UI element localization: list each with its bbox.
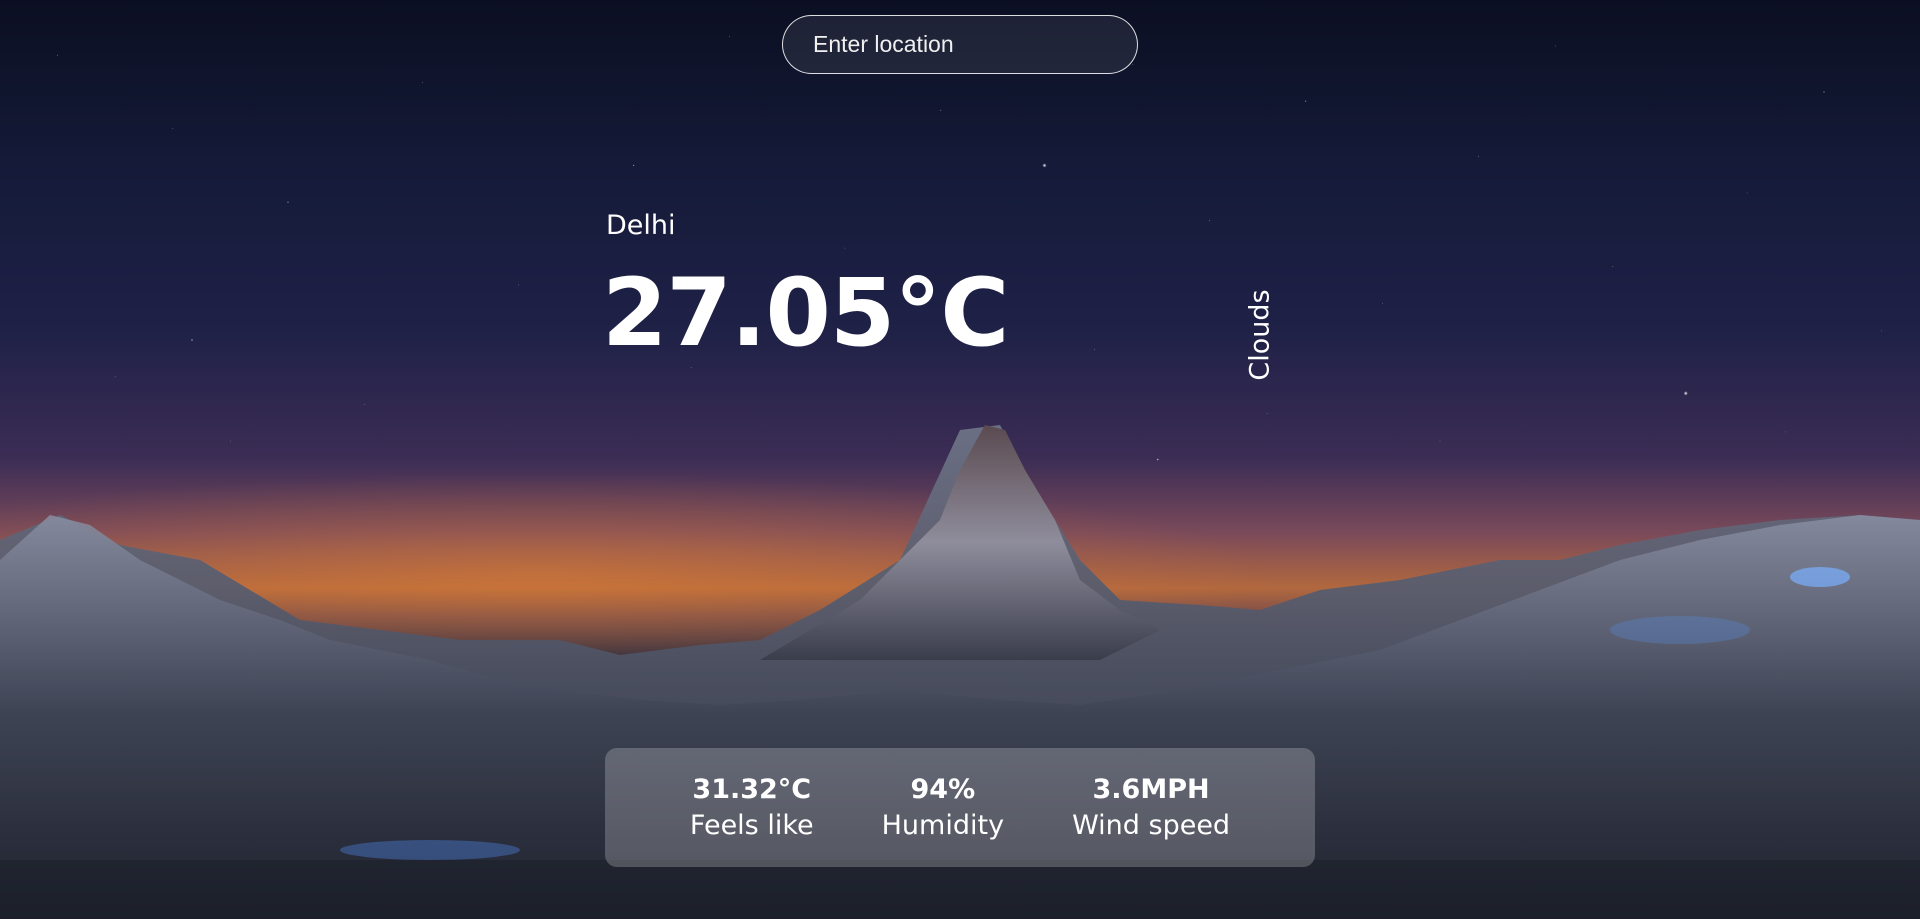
- location-search[interactable]: [782, 15, 1138, 74]
- horizon-glow: [0, 430, 1920, 670]
- humidity-value: 94%: [910, 774, 976, 806]
- location-name: Delhi: [606, 210, 676, 241]
- weather-condition: Clouds: [1244, 289, 1276, 381]
- weather-stats-panel: 31.32°C Feels like 94% Humidity 3.6MPH W…: [605, 748, 1315, 867]
- weather-app: Delhi 27.05°C Clouds 31.32°C Feels like …: [0, 0, 1920, 919]
- feels-like-stat: 31.32°C Feels like: [690, 772, 814, 842]
- feels-like-value: 31.32°C: [692, 774, 812, 806]
- current-temperature: 27.05°C: [602, 259, 1009, 368]
- location-search-input[interactable]: [783, 16, 1137, 73]
- wind-speed-label: Wind speed: [1072, 809, 1231, 841]
- feels-like-label: Feels like: [689, 809, 814, 841]
- wind-speed-stat: 3.6MPH Wind speed: [1072, 772, 1230, 842]
- humidity-stat: 94% Humidity: [882, 772, 1004, 842]
- wind-speed-value: 3.6MPH: [1092, 774, 1210, 806]
- humidity-label: Humidity: [881, 809, 1005, 841]
